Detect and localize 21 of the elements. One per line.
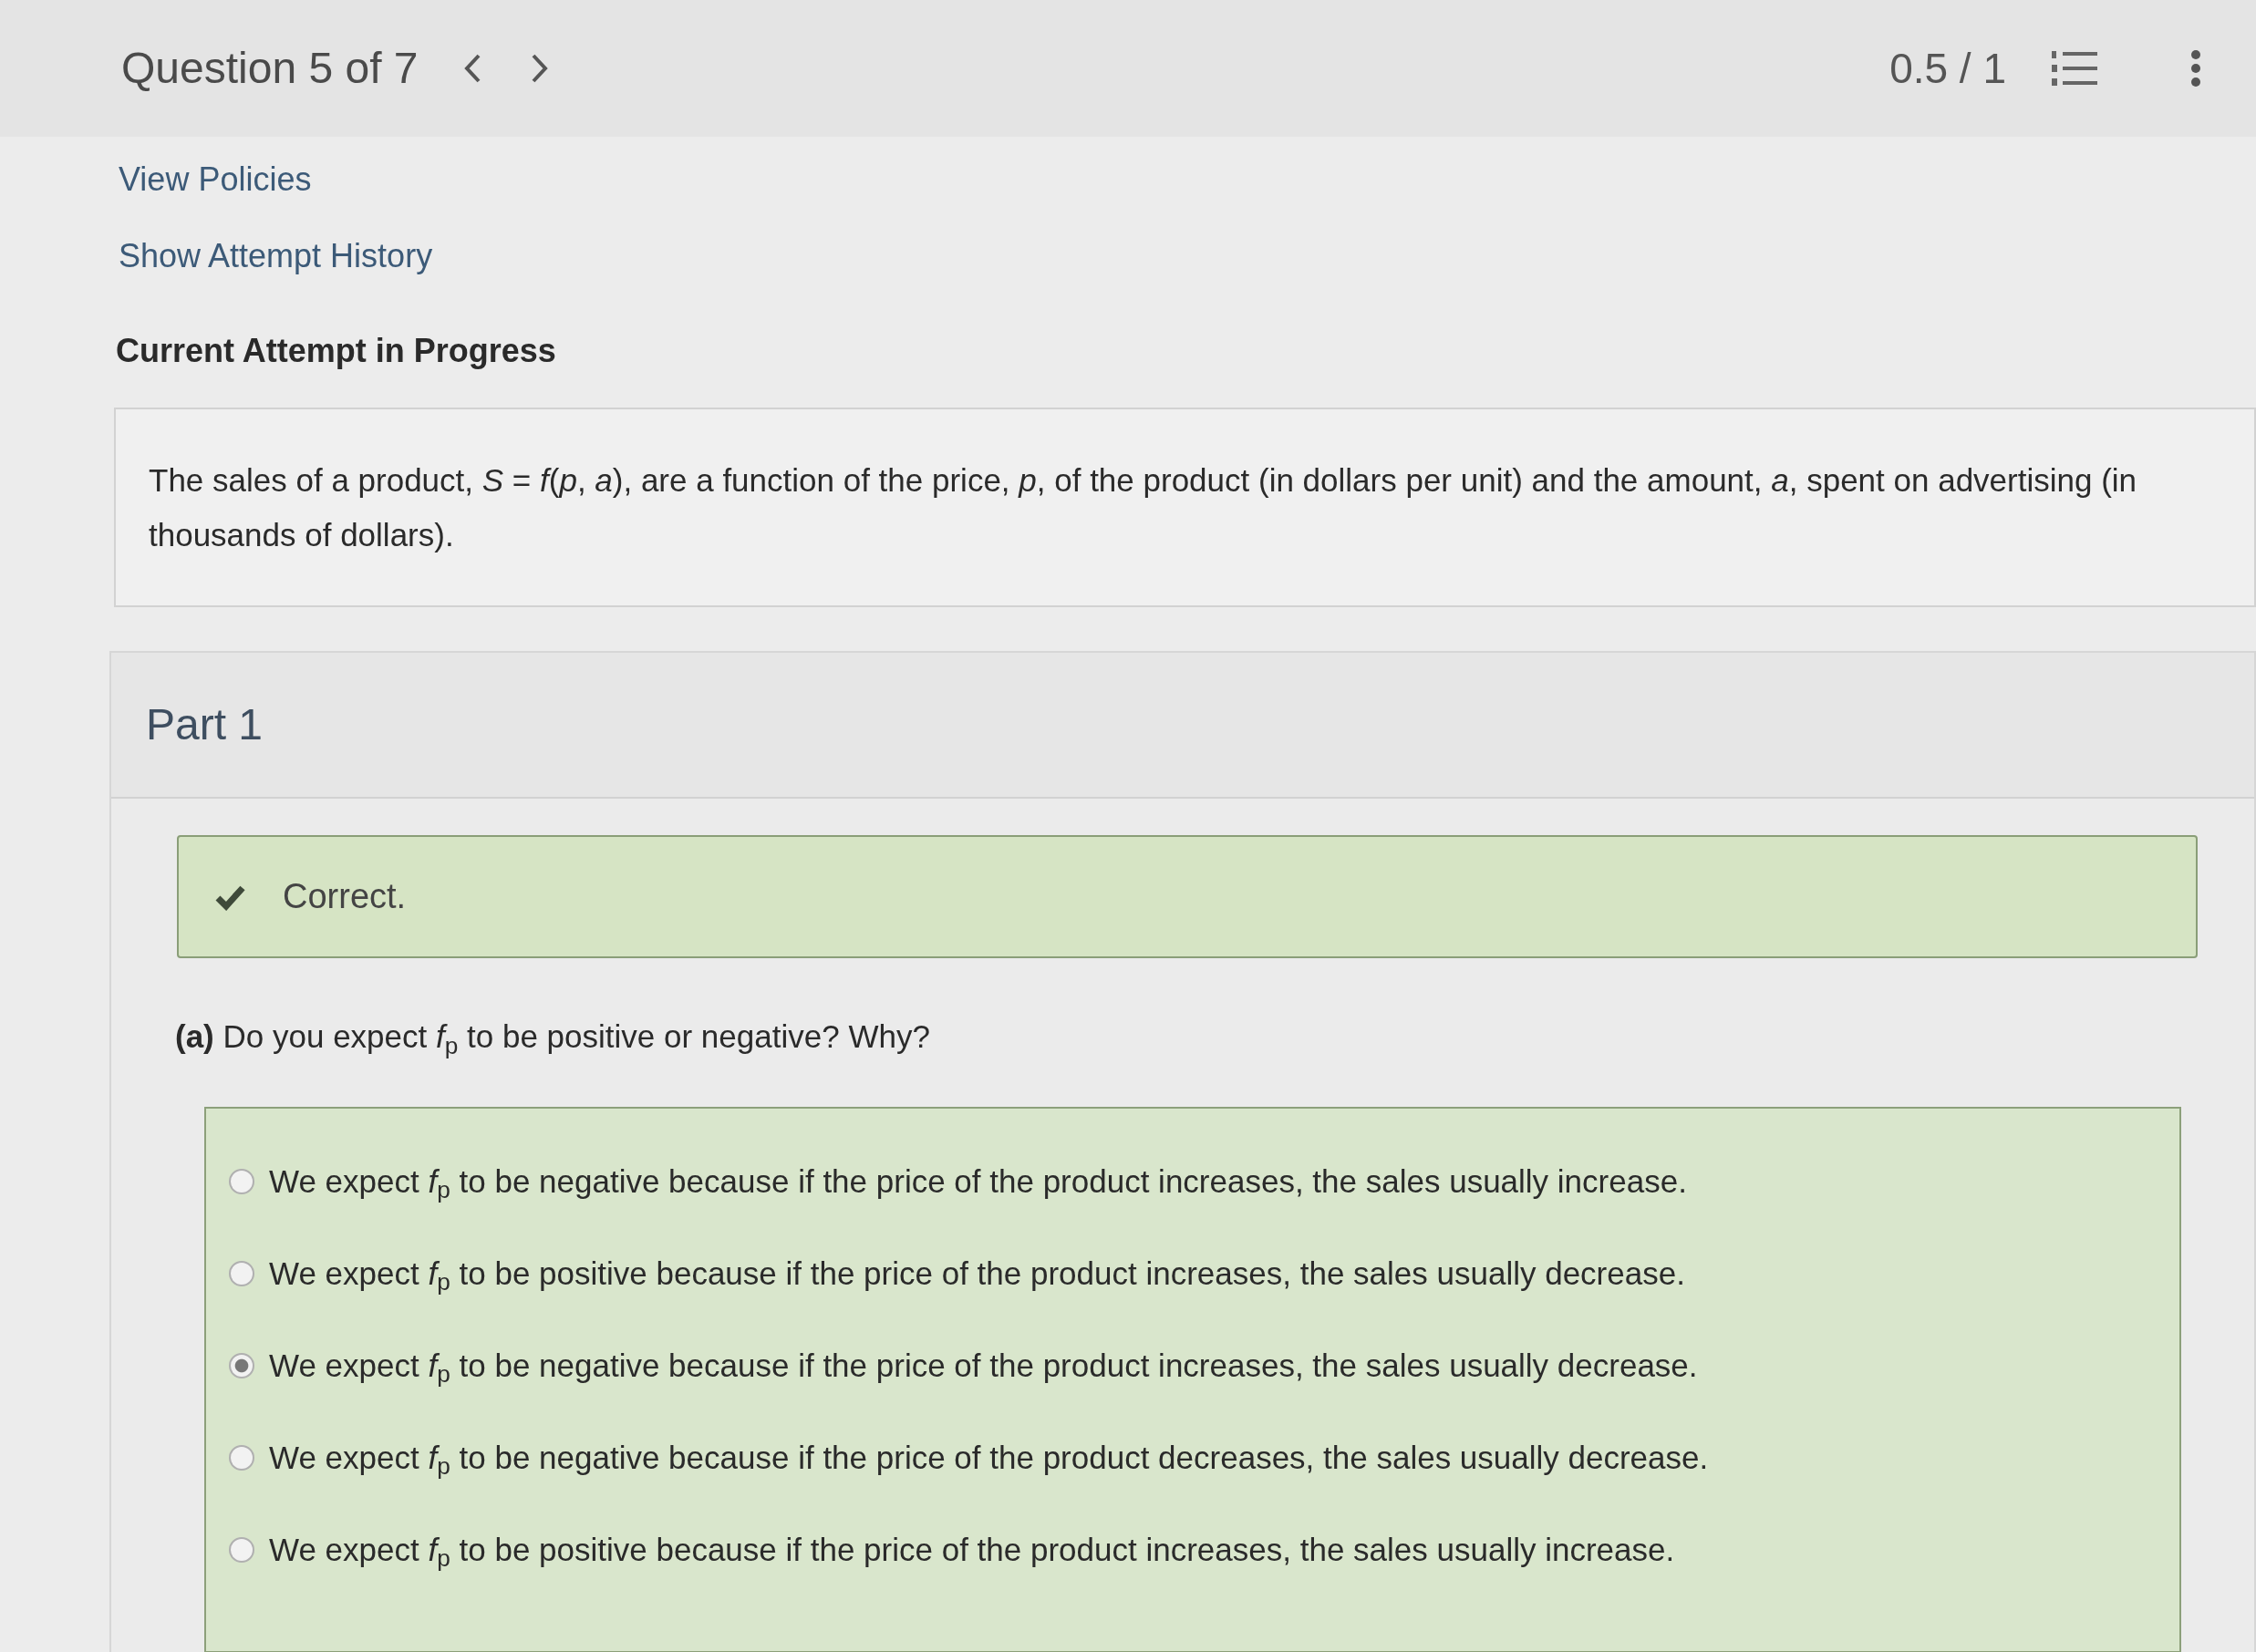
option-label[interactable]: We expect f$_{p}$ to be positive because if the price of the product increases, the sales usually increase. <box>269 1525 1675 1575</box>
radio-button[interactable] <box>229 1445 254 1471</box>
question-counter: Question 5 of 7 <box>121 43 419 94</box>
attempt-heading: Current Attempt in Progress <box>116 331 557 371</box>
score: 0.5 / 1 <box>1889 43 2006 94</box>
numbered-list-icon[interactable] <box>2050 48 2099 88</box>
option-label[interactable]: We expect f$_{p}$ to be negative because if the price of the product decreases, the sales usually decrease. <box>269 1433 1709 1482</box>
option-label[interactable]: We expect f$_{p}$ to be negative because if the price of the product increases, the sales usually increase. <box>269 1157 1687 1206</box>
question-prompt: (a) Do you expect f$_{p}$ to be positive or negative? Why? <box>175 1017 931 1061</box>
feedback-text: Correct. <box>283 876 407 917</box>
radio-button[interactable] <box>229 1537 254 1563</box>
link[interactable]: View Policies <box>119 155 312 204</box>
option-label[interactable]: We expect f$_{p}$ to be positive because if the price of the product increases, the sales usually decrease. <box>269 1249 1685 1298</box>
radio-button[interactable] <box>229 1261 254 1286</box>
radio-button[interactable] <box>229 1169 254 1194</box>
link[interactable]: Show Attempt History <box>119 232 433 281</box>
option-label[interactable]: We expect f$_{p}$ to be negative because if the price of the product increases, the sales usually decrease. <box>269 1341 1698 1390</box>
question-text: The sales of a product, S = f(p, a), are a function of the price, p, of the product (in dollars per unit) and the amount, a, spent on advertising (in thousands of dollars). <box>114 408 2256 607</box>
more-options-icon[interactable] <box>2190 50 2201 87</box>
radio-button[interactable] <box>229 1353 254 1378</box>
part-title: Part 1 <box>111 653 2254 799</box>
